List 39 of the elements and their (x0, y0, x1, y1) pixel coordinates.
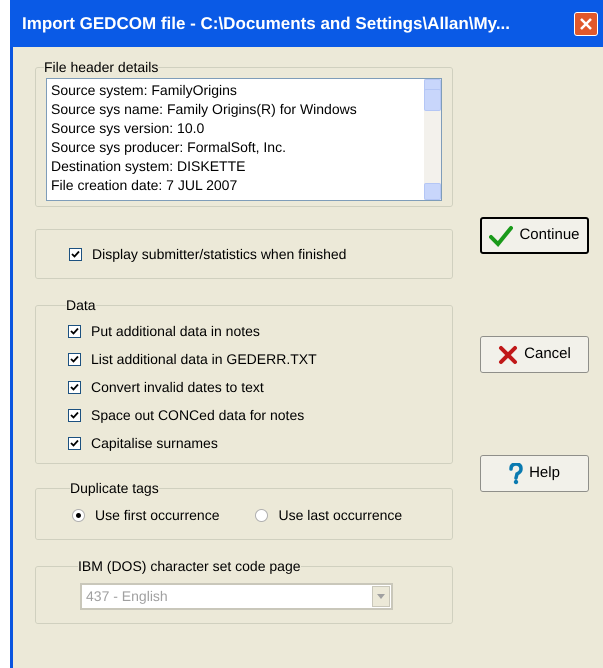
window-title: Import GEDCOM file - C:\Documents and Settings\Allan\My... (22, 12, 511, 35)
group-title: File header details (44, 58, 158, 77)
help-button[interactable]: Help (480, 455, 589, 492)
detail-line: Source sys name: Family Origins(R) for Windows (51, 100, 358, 119)
radio-button[interactable] (72, 509, 85, 522)
checkbox[interactable] (68, 353, 81, 366)
checkbox[interactable] (68, 381, 81, 394)
cancel-button[interactable]: Cancel (480, 336, 589, 373)
option-label: Use first occurrence (95, 506, 220, 525)
checkbox[interactable] (68, 437, 81, 450)
question-mark-icon (509, 462, 524, 484)
caret-icon (377, 594, 385, 599)
radio-button[interactable] (255, 509, 268, 522)
close-icon (579, 16, 593, 30)
scrollbar[interactable] (424, 79, 441, 200)
group-title: Data (66, 296, 96, 315)
details-list-box[interactable]: Source system: FamilyOrigins Source sys name: Family Origins(R) for Windows Source sys version: 10.0 Source sys producer: FormalSoft, Inc. Destination system: DISKETTE File creation date: 7 JUL 2007 (46, 78, 442, 201)
detail-line: File creation date: 7 JUL 2007 (51, 176, 238, 195)
option-label: Convert invalid dates to text (91, 378, 264, 397)
option-label: Put additional data in notes (91, 322, 260, 341)
x-icon (498, 344, 518, 364)
dropdown-value: 437 - English (85, 587, 169, 606)
option-label: List additional data in GEDERR.TXT (91, 350, 317, 369)
option-label: Display submitter/statistics when finished (92, 244, 346, 264)
checkbox[interactable] (68, 325, 81, 338)
continue-button[interactable]: Continue (480, 217, 589, 254)
detail-line: Source sys producer: FormalSoft, Inc. (51, 138, 287, 157)
option-label: Space out CONCed data for notes (91, 406, 304, 425)
option-label: Use last occurrence (278, 506, 402, 525)
option-label: Capitalise surnames (91, 434, 218, 453)
detail-line: Source sys version: 10.0 (51, 119, 206, 138)
checkbox[interactable] (69, 248, 82, 260)
close-button[interactable] (574, 12, 598, 36)
check-icon (489, 224, 514, 246)
group-title: IBM (DOS) character set code page (78, 557, 301, 576)
group-title: Duplicate tags (70, 479, 159, 498)
detail-line: Source system: FamilyOrigins (51, 81, 238, 100)
checkbox[interactable] (68, 409, 81, 422)
detail-line: Destination system: DISKETTE (51, 157, 247, 176)
